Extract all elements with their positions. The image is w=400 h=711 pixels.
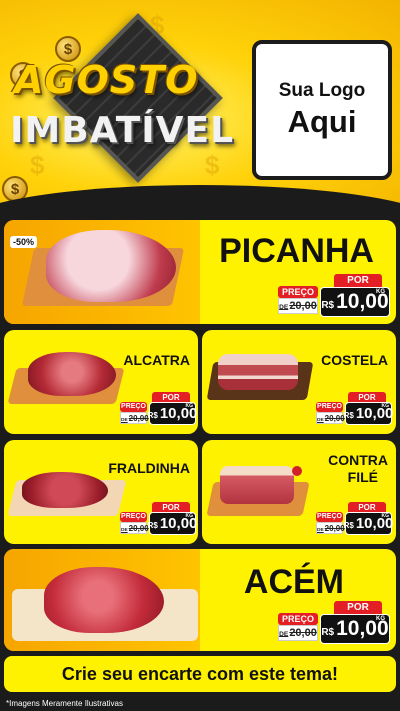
header-banner: $ $ $ $ $ $ AGOSTO IMBATÍVEL Sua Logo Aq…	[0, 0, 400, 215]
price-tag: POR PREÇO DE20,00 R$ 10,00 KG	[278, 274, 390, 318]
price-tag: POR PREÇO DE20,00 R$ 10,00 KG	[120, 502, 197, 536]
old-price: DE20,00	[120, 522, 149, 534]
preco-label: PREÇO	[278, 613, 318, 625]
preco-label: PREÇO	[120, 512, 147, 522]
discount-badge: -50%	[10, 236, 38, 248]
unit-label: KG	[376, 289, 385, 295]
dollar-sign-icon: $	[30, 150, 45, 180]
price-tag: POR PREÇO DE20,00 R$ 10,00 KG	[278, 601, 390, 645]
product-name: ALCATRA	[123, 352, 190, 368]
alcatra-image	[28, 352, 116, 396]
unit-label: KG	[381, 513, 390, 519]
old-price: DE20,00	[316, 412, 345, 424]
product-card-costela[interactable]: COSTELA POR PREÇO DE20,00 R$ 10,00 KG	[202, 330, 396, 434]
old-price: DE20,00	[278, 298, 318, 314]
logo-text-line1: Sua Logo	[278, 80, 366, 101]
headline-agosto: AGOSTO	[14, 58, 199, 102]
product-name: COSTELA	[321, 352, 388, 368]
unit-label: KG	[381, 403, 390, 409]
unit-label: KG	[185, 513, 194, 519]
old-price: DE20,00	[316, 522, 345, 534]
product-card-fraldinha[interactable]: FRALDINHA POR PREÇO DE20,00 R$ 10,00 KG	[4, 440, 198, 544]
unit-label: KG	[185, 403, 194, 409]
fraldinha-image	[22, 472, 108, 508]
price-tag: POR PREÇO DE20,00 R$ 10,00 KG	[120, 392, 197, 426]
cta-banner[interactable]: Crie seu encarte com este tema!	[4, 656, 396, 692]
disclaimer: *Imagens Meramente Ilustrativas	[6, 699, 123, 708]
preco-label: PREÇO	[120, 402, 147, 412]
acem-image	[44, 567, 164, 633]
product-card-acem[interactable]: ACÉM POR PREÇO DE20,00 R$ 10,00 KG	[4, 549, 396, 651]
logo-placeholder[interactable]: Sua Logo Aqui	[252, 40, 392, 180]
product-name: ACÉM	[243, 563, 344, 601]
product-name: PICANHA	[219, 232, 374, 270]
dollar-sign-icon: $	[205, 150, 220, 180]
price-tag: POR PREÇO DE20,00 R$ 10,00 KG	[316, 502, 393, 536]
product-name: FRALDINHA	[108, 460, 190, 476]
product-name: CONTRA FILÉ	[328, 452, 388, 485]
headline-imbativel: IMBATÍVEL	[10, 110, 235, 151]
costela-image	[218, 354, 298, 390]
header-divider	[0, 185, 400, 215]
old-price: DE20,00	[120, 412, 149, 424]
preco-label: PREÇO	[316, 512, 343, 522]
preco-label: PREÇO	[278, 286, 318, 298]
contra-file-image	[220, 466, 294, 504]
tomato-icon	[292, 466, 302, 476]
preco-label: PREÇO	[316, 402, 343, 412]
product-card-contra-file[interactable]: CONTRA FILÉ POR PREÇO DE20,00 R$ 10,00 KG	[202, 440, 396, 544]
picanha-image	[46, 230, 176, 302]
old-price: DE20,00	[278, 625, 318, 641]
product-card-alcatra[interactable]: ALCATRA POR PREÇO DE20,00 R$ 10,00 KG	[4, 330, 198, 434]
logo-text-line2: Aqui	[287, 104, 357, 139]
por-label: POR	[334, 601, 382, 615]
product-card-picanha[interactable]: PICANHA POR PREÇO DE20,00 R$ 10,00 KG	[4, 220, 396, 324]
price-tag: POR PREÇO DE20,00 R$ 10,00 KG	[316, 392, 393, 426]
unit-label: KG	[376, 616, 385, 622]
por-label: POR	[334, 274, 382, 288]
